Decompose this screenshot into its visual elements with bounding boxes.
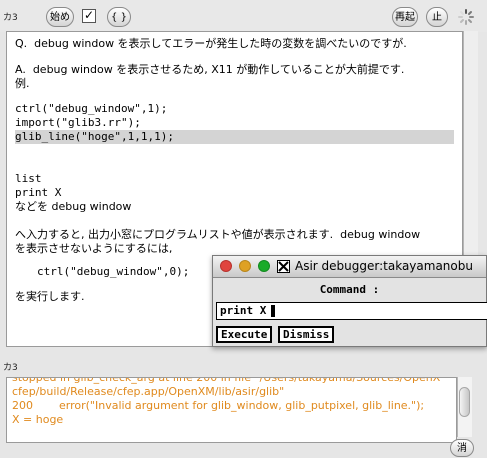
editor-line: を表示させないようにするには, [15,242,173,255]
editor-line: 例. [15,77,30,90]
braces-button[interactable]: { } [107,7,131,27]
restart-button[interactable]: 再起 [392,7,418,27]
command-label: Command : [319,283,380,296]
editor-line: list [15,172,42,185]
execute-button[interactable]: Execute [216,326,273,343]
clear-button[interactable]: 消 [450,439,474,457]
command-input[interactable]: print X [216,302,487,320]
minimize-icon[interactable] [239,260,251,272]
console-line: 200 [12,399,33,412]
command-input-value: print X [220,304,267,317]
debugger-window: Asir debugger:takayamanobu Command : pri… [212,255,487,347]
console-pane[interactable]: stopped in glib_check_arg at line 200 in… [6,377,457,443]
console-scroll-thumb[interactable] [459,387,470,417]
editor-line: などを debug window [15,200,132,213]
spinner-icon [458,9,474,25]
editor-line: へ入力すると, 出力小窓にプログラムリストや値が表示されます. debug wi… [15,228,421,241]
console-line: stopped in glib_check_arg at line 200 in… [12,377,441,384]
pane-label: カ3 [3,13,18,23]
editor-line: A. debug window を表示させるため, X11 が動作していることが… [15,63,405,76]
text-cursor [271,305,275,317]
editor-line: print X [15,186,62,199]
console-line: X = hoge [12,413,64,426]
stop-button[interactable]: 止 [426,7,448,27]
x11-icon [277,260,290,273]
start-button[interactable]: 始め [46,7,74,27]
debugger-titlebar[interactable]: Asir debugger:takayamanobu [213,256,486,278]
checkbox[interactable]: ✓ [82,9,96,23]
close-icon[interactable] [220,260,232,272]
console-scrollbar[interactable] [457,377,472,437]
editor-line: Q. debug window を表示してエラーが発生した時の変数を調べたいので… [15,37,407,50]
editor-line: を実行します. [15,290,85,303]
highlighted-line: glib_line("hoge",1,1,1); [15,130,454,144]
console-pane-label: カ3 [3,363,18,373]
console-line: cfep/build/Release/cfep.app/OpenXM/lib/a… [12,385,285,398]
debugger-title: Asir debugger:takayamanobu [295,259,473,273]
editor-line: ctrl("debug_window",1); [15,102,168,115]
zoom-icon[interactable] [258,260,270,272]
console-line: error("Invalid argument for glib_window,… [59,399,425,412]
toolbar: カ3 始め ✓ { } 再起 止 [0,0,487,32]
dismiss-button[interactable]: Dismiss [278,326,335,343]
editor-line: ctrl("debug_window",0); [37,265,190,278]
editor-line: import("glib3.rr"); [15,116,141,129]
